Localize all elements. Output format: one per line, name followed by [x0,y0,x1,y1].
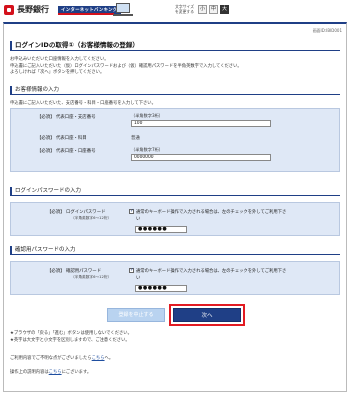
confirm-password-keyboard-checkbox[interactable] [129,267,134,273]
branch-number-label: 【必須】 代表口座・支店番号 [37,115,96,120]
login-password-form: 【必須】 ログインパスワード （半角英数字6～12桁） 通常のキーボード操作で入… [10,202,340,236]
next-button-highlight: 次へ [169,304,245,326]
branch-number-hint: （半角数字3桁） [131,113,163,118]
confirm-password-label: 【必須】 確認用パスワード [47,269,102,274]
manual-suffix: にございます。 [61,370,92,375]
manual-link[interactable]: こちら [49,370,62,375]
bank-logo-icon [4,4,14,15]
login-password-keyboard-text-cont: い [136,217,141,222]
inquiry-link[interactable]: こちら [92,356,105,361]
browser-note: ★ブラウザの「戻る」「進む」ボタンは使用しないでください。 [10,331,132,336]
font-size-label: 文字サイズを変更する [175,4,194,14]
font-size-large-button[interactable]: 大 [220,5,229,14]
intro-text: お申込みいただいた口座情報を入力してください。 申込書にご記入いただいた（仮）ロ… [10,57,340,77]
login-password-sub: （半角英数字6～12桁） [71,216,112,220]
account-type-label: 【必須】 代表口座・科目 [37,136,87,141]
branch-number-input[interactable] [131,120,271,127]
account-number-input[interactable] [131,154,271,161]
confirm-password-section-title: 確認用パスワードの入力 [10,246,340,255]
font-size-small-button[interactable]: 小 [198,5,207,14]
page-title: ログインIDの取得①（お客様情報の登録） [10,41,340,51]
service-strip [58,13,114,15]
site-header: 長野銀行 インターネットバンキング 文字サイズを変更する 小 中 大 [0,0,350,22]
account-number-label: 【必須】 代表口座・口座番号 [37,149,96,154]
confirm-password-sub: （半角英数字6～12桁） [71,275,112,279]
login-password-label: 【必須】 ログインパスワード [47,210,106,215]
intro-line: よろしければ「次へ」ボタンを押してください。 [10,70,105,75]
account-type-value: 普通 [131,136,140,141]
inquiry-note: ご利用内容でご不明な点がございましたらこちらへ。 [10,355,113,361]
inquiry-prefix: ご利用内容でご不明な点がございましたら [10,356,92,361]
login-password-input[interactable]: ●●●●●● [135,226,187,233]
confirm-password-form: 【必須】 確認用パスワード （半角英数字6～12桁） 通常のキーボード操作で入力… [10,261,340,295]
computer-base-icon [113,14,133,16]
computer-icon [116,3,130,13]
login-password-section-title: ログインパスワードの入力 [10,187,340,196]
confirm-password-input[interactable]: ●●●●●● [135,285,187,292]
case-note: ★英字は大文字と小文字を区別しますので、ご注意ください。 [10,338,130,343]
cancel-registration-button[interactable]: 登録を中止する [107,308,165,322]
bank-name: 長野銀行 [17,4,49,14]
main-content: 画面ID:IBID001 ログインIDの取得①（お客様情報の登録） お申込みいた… [3,22,347,392]
customer-form: 【必須】 代表口座・支店番号 （半角数字3桁） 【必須】 代表口座・科目 普通 … [10,108,340,172]
inquiry-suffix: へ。 [104,356,114,361]
customer-section-desc: 申込書にご記入いただいた、支店番号・科目・口座番号を入力して下さい。 [10,101,156,106]
customer-section-title: お客様情報の入力 [10,86,340,95]
login-password-keyboard-text: 通常のキーボード操作で入力される場合は、左のチェックを外してご利用下さ [136,210,287,215]
bank-logo[interactable]: 長野銀行 [4,4,49,15]
login-password-keyboard-checkbox[interactable] [129,208,134,214]
screen-id: 画面ID:IBID001 [312,28,342,33]
confirm-password-keyboard-text: 通常のキーボード操作で入力される場合は、左のチェックを外してご利用下さ [136,269,287,274]
next-button[interactable]: 次へ [173,308,241,322]
account-number-hint: （半角数字7桁） [131,147,163,152]
manual-note: 操作上の説明内容はこちらにございます。 [10,369,91,375]
confirm-password-keyboard-text-cont: い [136,276,141,281]
manual-prefix: 操作上の説明内容は [10,370,49,375]
font-size-medium-button[interactable]: 中 [209,5,218,14]
